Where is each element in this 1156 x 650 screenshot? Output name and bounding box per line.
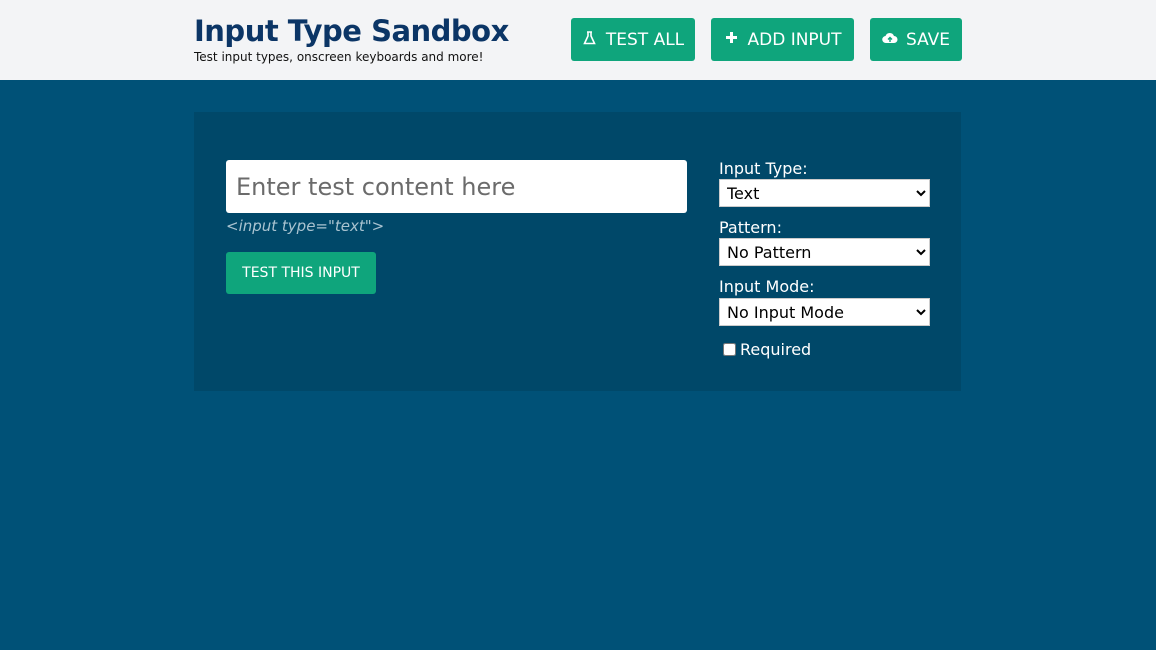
input-type-select[interactable]: Text (719, 179, 930, 207)
input-mode-select[interactable]: No Input Mode (719, 298, 930, 326)
save-button[interactable]: SAVE (870, 18, 962, 61)
input-type-label: Input Type: (719, 159, 808, 178)
header: Input Type Sandbox Test input types, ons… (0, 0, 1156, 80)
plus-icon (723, 31, 739, 48)
cloud-upload-icon (882, 32, 898, 48)
test-this-input-button[interactable]: TEST THIS INPUT (226, 252, 376, 294)
required-checkbox[interactable] (723, 343, 736, 356)
pattern-select[interactable]: No Pattern (719, 238, 930, 266)
save-label: SAVE (905, 29, 951, 50)
flask-icon (582, 30, 598, 49)
pattern-label: Pattern: (719, 218, 782, 237)
input-code-hint: <input type="text"> (226, 217, 385, 235)
test-all-button[interactable]: TEST ALL (571, 18, 695, 61)
required-field[interactable]: Required (723, 340, 811, 359)
test-content-input[interactable] (226, 160, 687, 213)
required-label: Required (740, 340, 812, 359)
page-subtitle: Test input types, onscreen keyboards and… (194, 50, 484, 64)
input-mode-label: Input Mode: (719, 277, 815, 296)
page-title: Input Type Sandbox (194, 14, 509, 48)
add-input-label: ADD INPUT (747, 29, 842, 50)
test-all-label: TEST ALL (605, 29, 685, 50)
input-test-panel: <input type="text"> TEST THIS INPUT Inpu… (194, 112, 961, 391)
add-input-button[interactable]: ADD INPUT (711, 18, 854, 61)
